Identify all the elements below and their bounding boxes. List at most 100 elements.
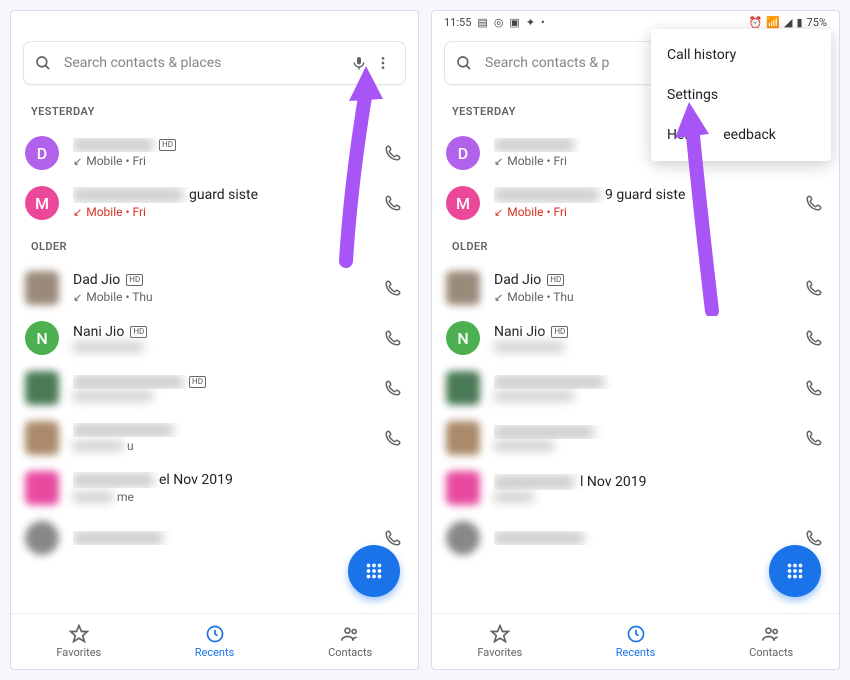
call-entry[interactable] xyxy=(432,413,839,463)
menu-help-feedback[interactable]: Helpxxxxeedback xyxy=(651,115,831,155)
contact-name: HD xyxy=(73,375,368,389)
call-entry[interactable]: M 9 guard siste ↙Mobile • Fri xyxy=(432,178,839,228)
section-header-older: OLDER xyxy=(432,228,839,263)
avatar xyxy=(446,271,480,305)
status-bar xyxy=(11,11,418,33)
call-detail xyxy=(494,492,825,502)
call-icon[interactable] xyxy=(803,329,825,347)
call-detail xyxy=(494,391,789,401)
call-detail: ↙Mobile • Fri xyxy=(73,205,368,219)
call-log-list: YESTERDAY D ↙Mobile • Fri M 9 guard sist… xyxy=(432,93,839,613)
menu-call-history[interactable]: Call history xyxy=(651,35,831,75)
avatar: M xyxy=(446,186,480,220)
nav-favorites[interactable]: Favorites xyxy=(11,614,147,669)
call-icon[interactable] xyxy=(803,429,825,447)
wifi-icon: 📶 xyxy=(766,16,780,29)
avatar: N xyxy=(446,321,480,355)
nav-contacts[interactable]: Contacts xyxy=(282,614,418,669)
call-entry[interactable] xyxy=(432,363,839,413)
dialpad-fab[interactable] xyxy=(348,545,400,597)
bottom-nav: Favorites Recents Contacts xyxy=(11,613,418,669)
search-placeholder: Search contacts & places xyxy=(64,55,347,71)
notif-icon: ▣ xyxy=(509,16,519,29)
call-detail: ↙Mobile • Thu xyxy=(73,290,368,304)
avatar: D xyxy=(25,136,59,170)
call-detail: ↙Mobile • Fri xyxy=(73,154,368,168)
call-icon[interactable] xyxy=(382,379,404,397)
contact-name: Dad JioHD xyxy=(73,272,368,288)
battery-icon: ▮ xyxy=(797,16,803,29)
star-icon xyxy=(69,624,89,644)
call-detail xyxy=(494,441,789,451)
call-entry[interactable]: N Nani JioHD xyxy=(432,313,839,363)
call-entry[interactable]: el Nov 2019 me xyxy=(11,463,418,513)
notif-icon: • xyxy=(541,16,545,29)
call-entry[interactable]: HD xyxy=(11,363,418,413)
call-icon[interactable] xyxy=(382,279,404,297)
status-time: 11:55 xyxy=(444,16,471,29)
call-detail xyxy=(73,391,368,401)
dialpad-fab[interactable] xyxy=(769,545,821,597)
search-bar[interactable]: Search contacts & places xyxy=(23,41,406,85)
avatar xyxy=(446,421,480,455)
people-icon xyxy=(340,624,360,644)
menu-settings[interactable]: Settings xyxy=(651,75,831,115)
section-header-older: OLDER xyxy=(11,228,418,263)
contact-name xyxy=(494,375,789,389)
call-detail: u xyxy=(73,439,368,453)
call-entry[interactable]: N Nani JioHD xyxy=(11,313,418,363)
call-entry[interactable]: M guard siste ↙Mobile • Fri xyxy=(11,178,418,228)
dialpad-icon xyxy=(784,560,806,582)
notif-icon: ✦ xyxy=(526,16,535,29)
call-icon[interactable] xyxy=(803,194,825,212)
call-entry[interactable]: D HD ↙Mobile • Fri xyxy=(11,128,418,178)
incoming-arrow-icon: ↙ xyxy=(494,155,503,168)
contact-name: HD xyxy=(73,138,368,152)
avatar xyxy=(446,521,480,555)
contact-name: guard siste xyxy=(73,187,368,203)
call-entry[interactable]: Dad JioHD ↙Mobile • Thu xyxy=(432,263,839,313)
contact-name: Nani JioHD xyxy=(73,324,368,340)
call-icon[interactable] xyxy=(803,279,825,297)
mic-icon[interactable] xyxy=(347,55,371,71)
contact-name: Dad JioHD xyxy=(494,272,789,288)
hd-badge: HD xyxy=(547,274,564,286)
star-icon xyxy=(490,624,510,644)
contact-name xyxy=(494,425,789,439)
phone-right-screenshot: 11:55 ▤ ◎ ▣ ✦ • ⏰ 📶 ◢ ▮ 75% Search conta… xyxy=(431,10,840,670)
call-icon[interactable] xyxy=(382,144,404,162)
contact-name xyxy=(73,531,368,545)
avatar xyxy=(25,521,59,555)
hd-badge: HD xyxy=(159,139,176,151)
contact-name: el Nov 2019 xyxy=(73,472,404,488)
call-icon[interactable] xyxy=(382,329,404,347)
contact-name: l Nov 2019 xyxy=(494,474,825,490)
battery-pct: 75% xyxy=(807,16,827,29)
hd-badge: HD xyxy=(189,376,206,388)
incoming-arrow-icon: ↙ xyxy=(494,291,503,304)
call-entry[interactable]: u xyxy=(11,413,418,463)
search-icon xyxy=(455,54,473,72)
call-icon[interactable] xyxy=(803,529,825,547)
call-entry[interactable]: l Nov 2019 xyxy=(432,463,839,513)
search-icon xyxy=(34,54,52,72)
phone-left-screenshot: Search contacts & places YESTERDAY D HD … xyxy=(10,10,419,670)
nav-recents[interactable]: Recents xyxy=(568,614,704,669)
nav-contacts[interactable]: Contacts xyxy=(703,614,839,669)
call-icon[interactable] xyxy=(803,379,825,397)
call-detail xyxy=(73,342,368,352)
contact-name: Nani JioHD xyxy=(494,324,789,340)
call-icon[interactable] xyxy=(382,529,404,547)
call-icon[interactable] xyxy=(382,194,404,212)
nav-recents[interactable]: Recents xyxy=(147,614,283,669)
call-entry[interactable]: Dad JioHD ↙Mobile • Thu xyxy=(11,263,418,313)
call-icon[interactable] xyxy=(382,429,404,447)
incoming-arrow-icon: ↙ xyxy=(73,155,82,168)
avatar xyxy=(25,421,59,455)
alarm-icon: ⏰ xyxy=(749,16,763,29)
hd-badge: HD xyxy=(130,326,147,338)
call-detail: ↙Mobile • Fri xyxy=(494,205,789,219)
call-detail xyxy=(494,342,789,352)
more-menu-icon[interactable] xyxy=(371,55,395,71)
nav-favorites[interactable]: Favorites xyxy=(432,614,568,669)
